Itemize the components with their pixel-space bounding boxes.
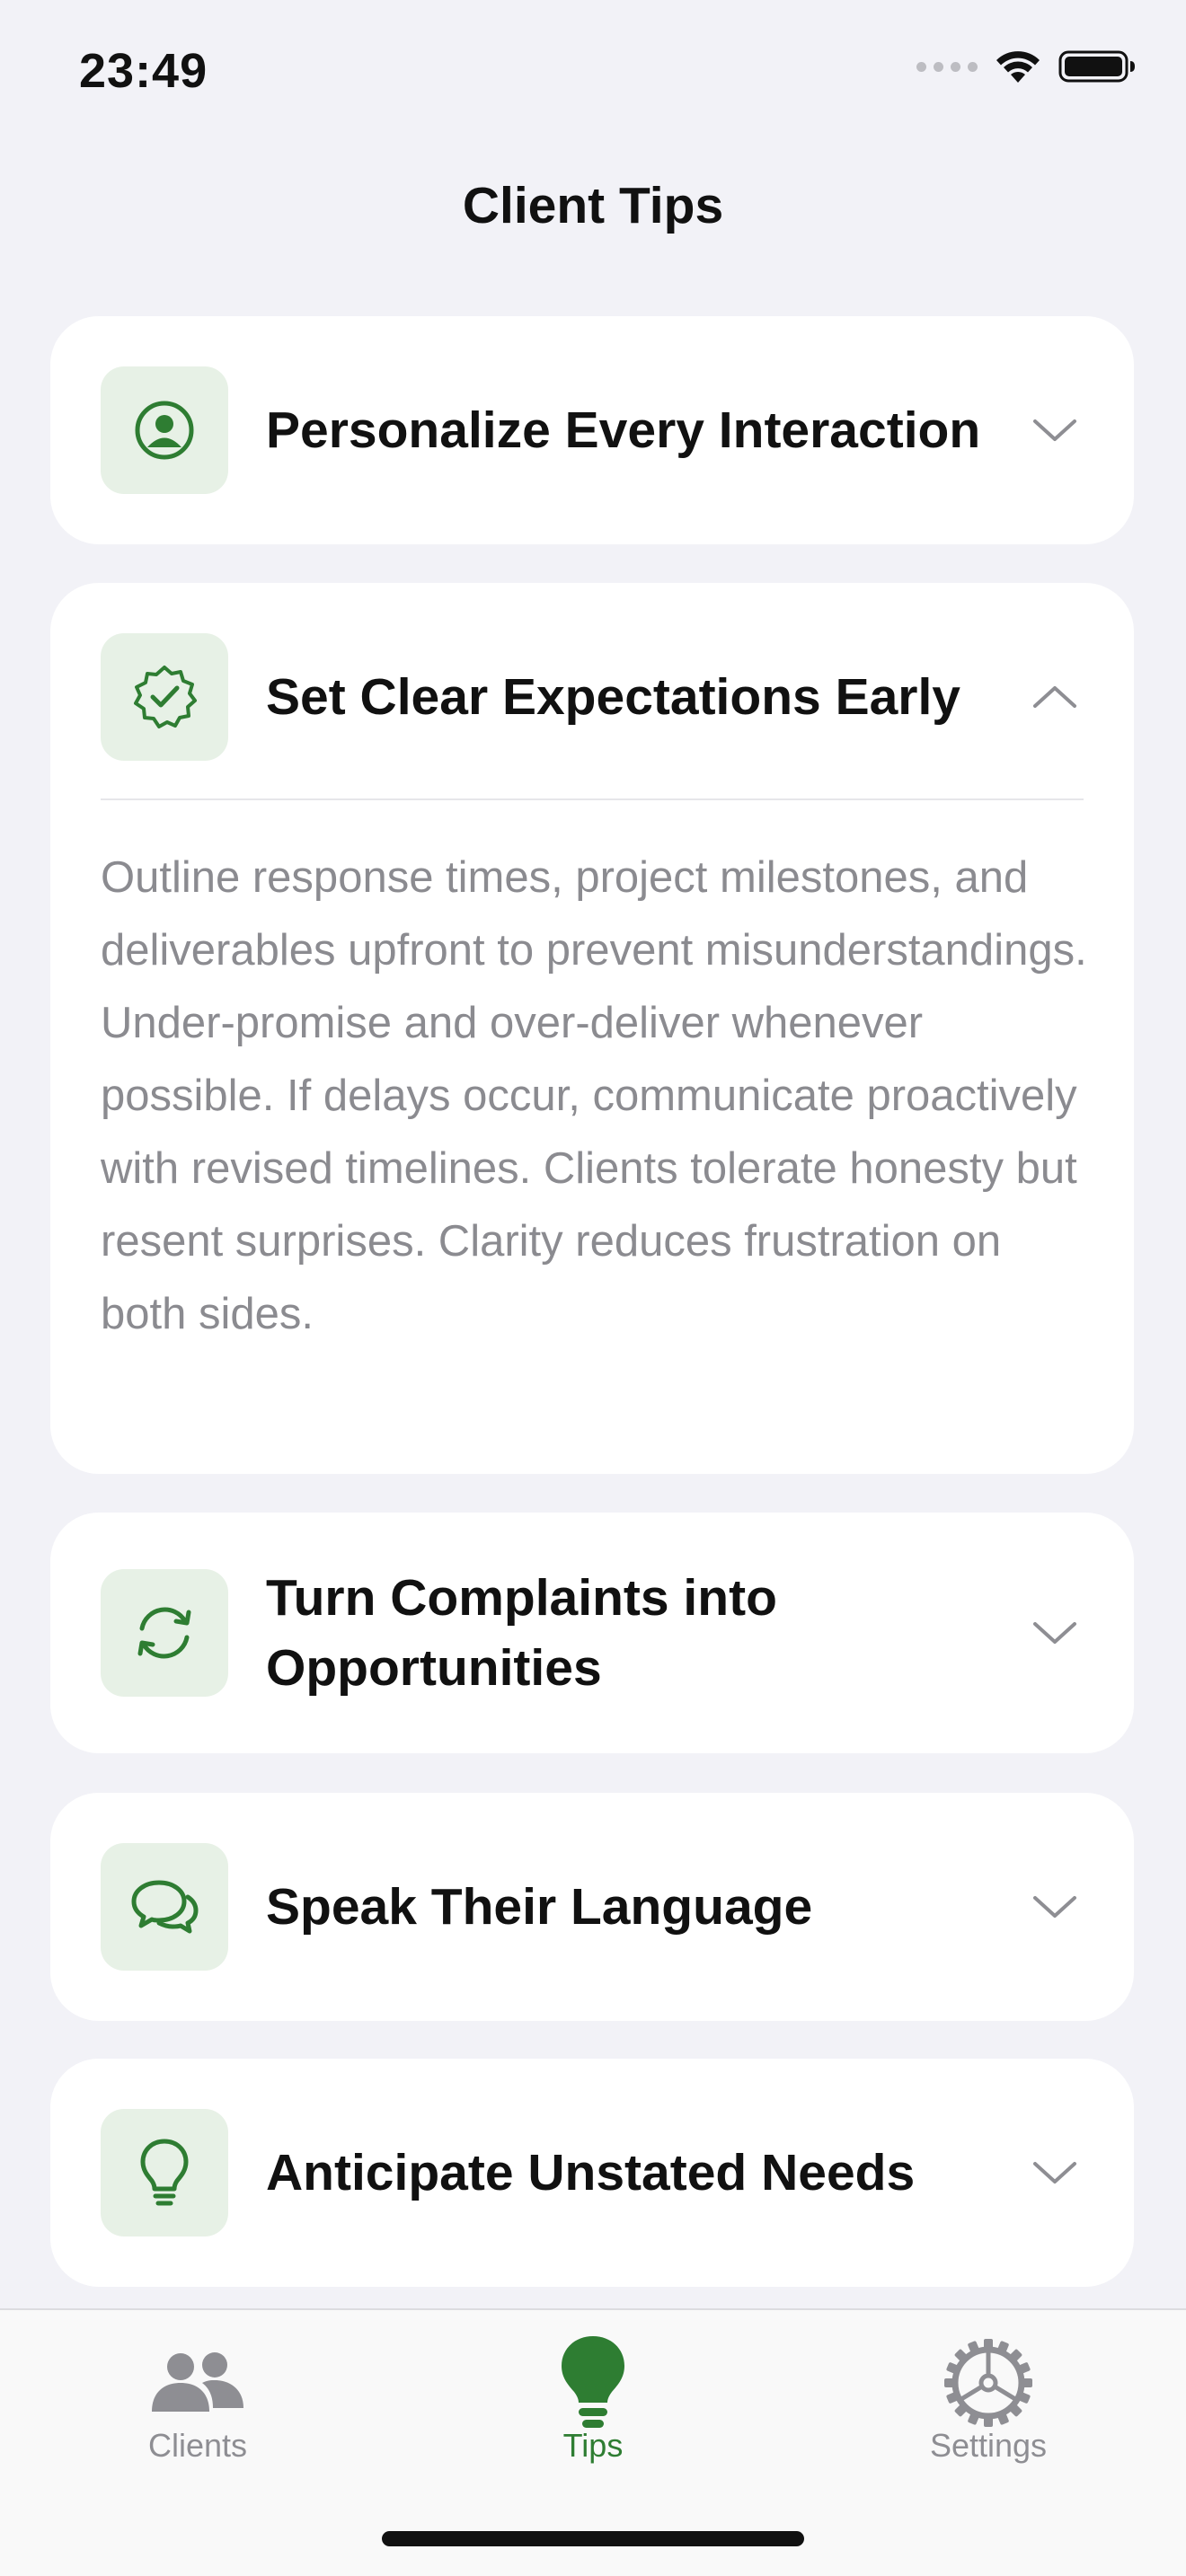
tab-tips[interactable]: Tips (449, 2310, 737, 2490)
tip-title: Turn Complaints into Opportunities (266, 1569, 777, 1697)
status-time: 23:49 (79, 44, 208, 98)
chat-bubbles-icon (131, 1880, 199, 1934)
tab-label: Clients (147, 2427, 248, 2464)
tip-title: Anticipate Unstated Needs (266, 2144, 916, 2201)
chevron-down-icon[interactable] (1030, 1882, 1080, 1932)
lightbulb-icon (140, 2139, 189, 2206)
gear-icon (845, 2333, 1132, 2432)
chevron-up-icon[interactable] (1030, 672, 1080, 722)
tip-body: Outline response times, project mileston… (101, 853, 1087, 1338)
battery-icon (1058, 50, 1135, 83)
tab-settings[interactable]: Settings (845, 2310, 1132, 2490)
tip-card-personalize[interactable]: Personalize Every Interaction (50, 316, 1134, 544)
checkmark-seal-icon (134, 666, 197, 728)
status-bar: 23:49 (0, 0, 1186, 135)
status-icons (916, 49, 1136, 84)
people-icon (54, 2333, 341, 2432)
tip-title: Personalize Every Interaction (266, 401, 981, 459)
chevron-down-icon[interactable] (1030, 1608, 1080, 1658)
home-indicator[interactable] (382, 2531, 804, 2546)
icon-tile (101, 1843, 228, 1971)
tip-title: Speak Their Language (266, 1878, 813, 1936)
person-circle-icon (135, 401, 194, 460)
divider (101, 798, 1084, 800)
tip-card-complaints[interactable]: Turn Complaints into Opportunities (50, 1513, 1134, 1753)
tip-title: Set Clear Expectations Early (266, 668, 961, 726)
arrows-circle-icon (137, 1607, 191, 1659)
wifi-icon (996, 51, 1040, 83)
tip-card-expectations[interactable]: Set Clear Expectations Early Outline res… (50, 583, 1134, 1474)
chevron-down-icon[interactable] (1030, 405, 1080, 455)
icon-tile (101, 366, 228, 494)
icon-tile (101, 633, 228, 761)
lightbulb-fill-icon (449, 2333, 737, 2432)
chevron-down-icon[interactable] (1030, 2148, 1080, 2198)
tip-card-needs[interactable]: Anticipate Unstated Needs (50, 2059, 1134, 2287)
icon-tile (101, 1569, 228, 1697)
tab-clients[interactable]: Clients (54, 2310, 341, 2490)
icon-tile (101, 2109, 228, 2236)
tab-label: Settings (929, 2427, 1048, 2464)
tip-card-language[interactable]: Speak Their Language (50, 1793, 1134, 2021)
cellular-signal-icon (916, 61, 978, 72)
tab-label: Tips (562, 2427, 624, 2464)
page-title: Client Tips (462, 177, 724, 234)
